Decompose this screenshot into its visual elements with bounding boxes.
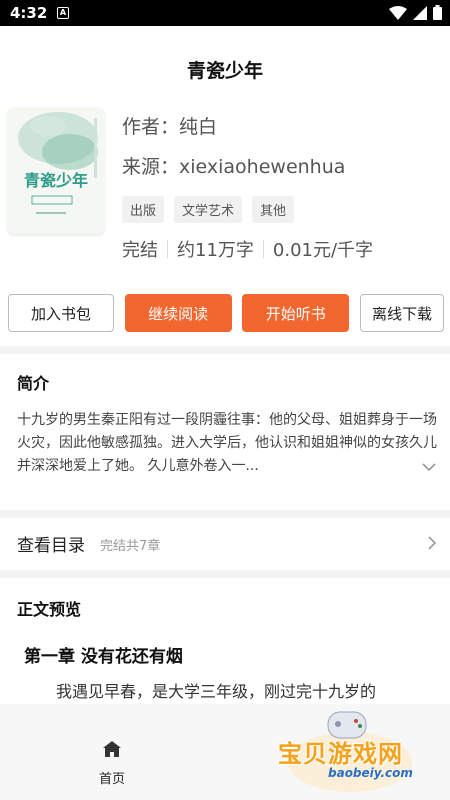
stats-divider — [167, 240, 168, 258]
page-title: 青瓷少年 — [186, 60, 263, 82]
book-tags: 出版 文学艺术 其他 — [122, 196, 295, 223]
section-divider — [0, 570, 450, 578]
notification-app-icon: A — [57, 7, 69, 19]
chapter-title: 第一章 没有花还有烟 — [24, 647, 183, 667]
offline-download-button[interactable]: 离线下载 — [359, 294, 444, 332]
start-listening-button[interactable]: 开始听书 — [242, 294, 350, 332]
book-status: 完结 — [122, 240, 158, 261]
book-price: 0.01元/千字 — [272, 240, 374, 261]
table-of-contents-row[interactable]: 查看目录 完结共7章 — [0, 522, 450, 566]
book-cover: 青瓷少年 — [8, 108, 104, 234]
status-indicators — [389, 5, 442, 20]
watermark-text: 宝贝游戏网 — [278, 740, 403, 768]
nav-home-tab[interactable]: 首页 — [88, 740, 136, 787]
battery-icon — [433, 5, 442, 20]
wifi-icon — [389, 5, 407, 20]
stats-divider — [262, 240, 264, 258]
home-icon — [103, 741, 121, 757]
watermark-logo: 宝贝游戏网 baobeiy.com — [270, 704, 450, 800]
chevron-down-icon[interactable] — [422, 462, 436, 472]
tag-chip[interactable]: 文学艺术 — [174, 196, 243, 223]
status-time: 4:32 — [10, 4, 48, 22]
svg-text:青瓷少年: 青瓷少年 — [24, 171, 88, 190]
continue-reading-button[interactable]: 继续阅读 — [124, 294, 232, 332]
action-bar: 加入书包 继续阅读 开始听书 离线下载 — [8, 294, 444, 332]
book-word-count: 约11万字 — [177, 240, 254, 261]
section-divider — [0, 510, 450, 518]
add-to-shelf-button[interactable]: 加入书包 — [8, 294, 114, 332]
preview-text: 我遇见早春，是大学三年级，刚过完十九岁的 — [56, 682, 377, 701]
nav-home-label: 首页 — [98, 772, 125, 787]
tag-chip[interactable]: 出版 — [122, 196, 165, 223]
signal-icon — [413, 5, 427, 20]
book-stats: 完结 约11万字 0.01元/千字 — [122, 236, 373, 262]
book-author: 作者：纯白 — [122, 116, 218, 138]
book-source: 来源：xiexiaohewenhua — [122, 156, 346, 178]
status-bar: 4:32 A — [0, 0, 450, 26]
preview-heading: 正文预览 — [17, 600, 82, 619]
section-divider — [0, 346, 450, 354]
tag-chip[interactable]: 其他 — [252, 196, 295, 223]
intro-heading: 简介 — [17, 374, 50, 393]
watermark-url: baobeiy.com — [328, 766, 413, 780]
cover-art-icon: 青瓷少年 — [8, 108, 104, 234]
chevron-right-icon — [428, 536, 436, 550]
toc-chapter-count: 完结共7章 — [100, 539, 161, 554]
toc-label: 查看目录 — [17, 536, 85, 556]
intro-text: 十九岁的男生秦正阳有过一段阴霾往事：他的父母、姐姐葬身于一场火灾，因此他敏感孤独… — [17, 412, 437, 474]
